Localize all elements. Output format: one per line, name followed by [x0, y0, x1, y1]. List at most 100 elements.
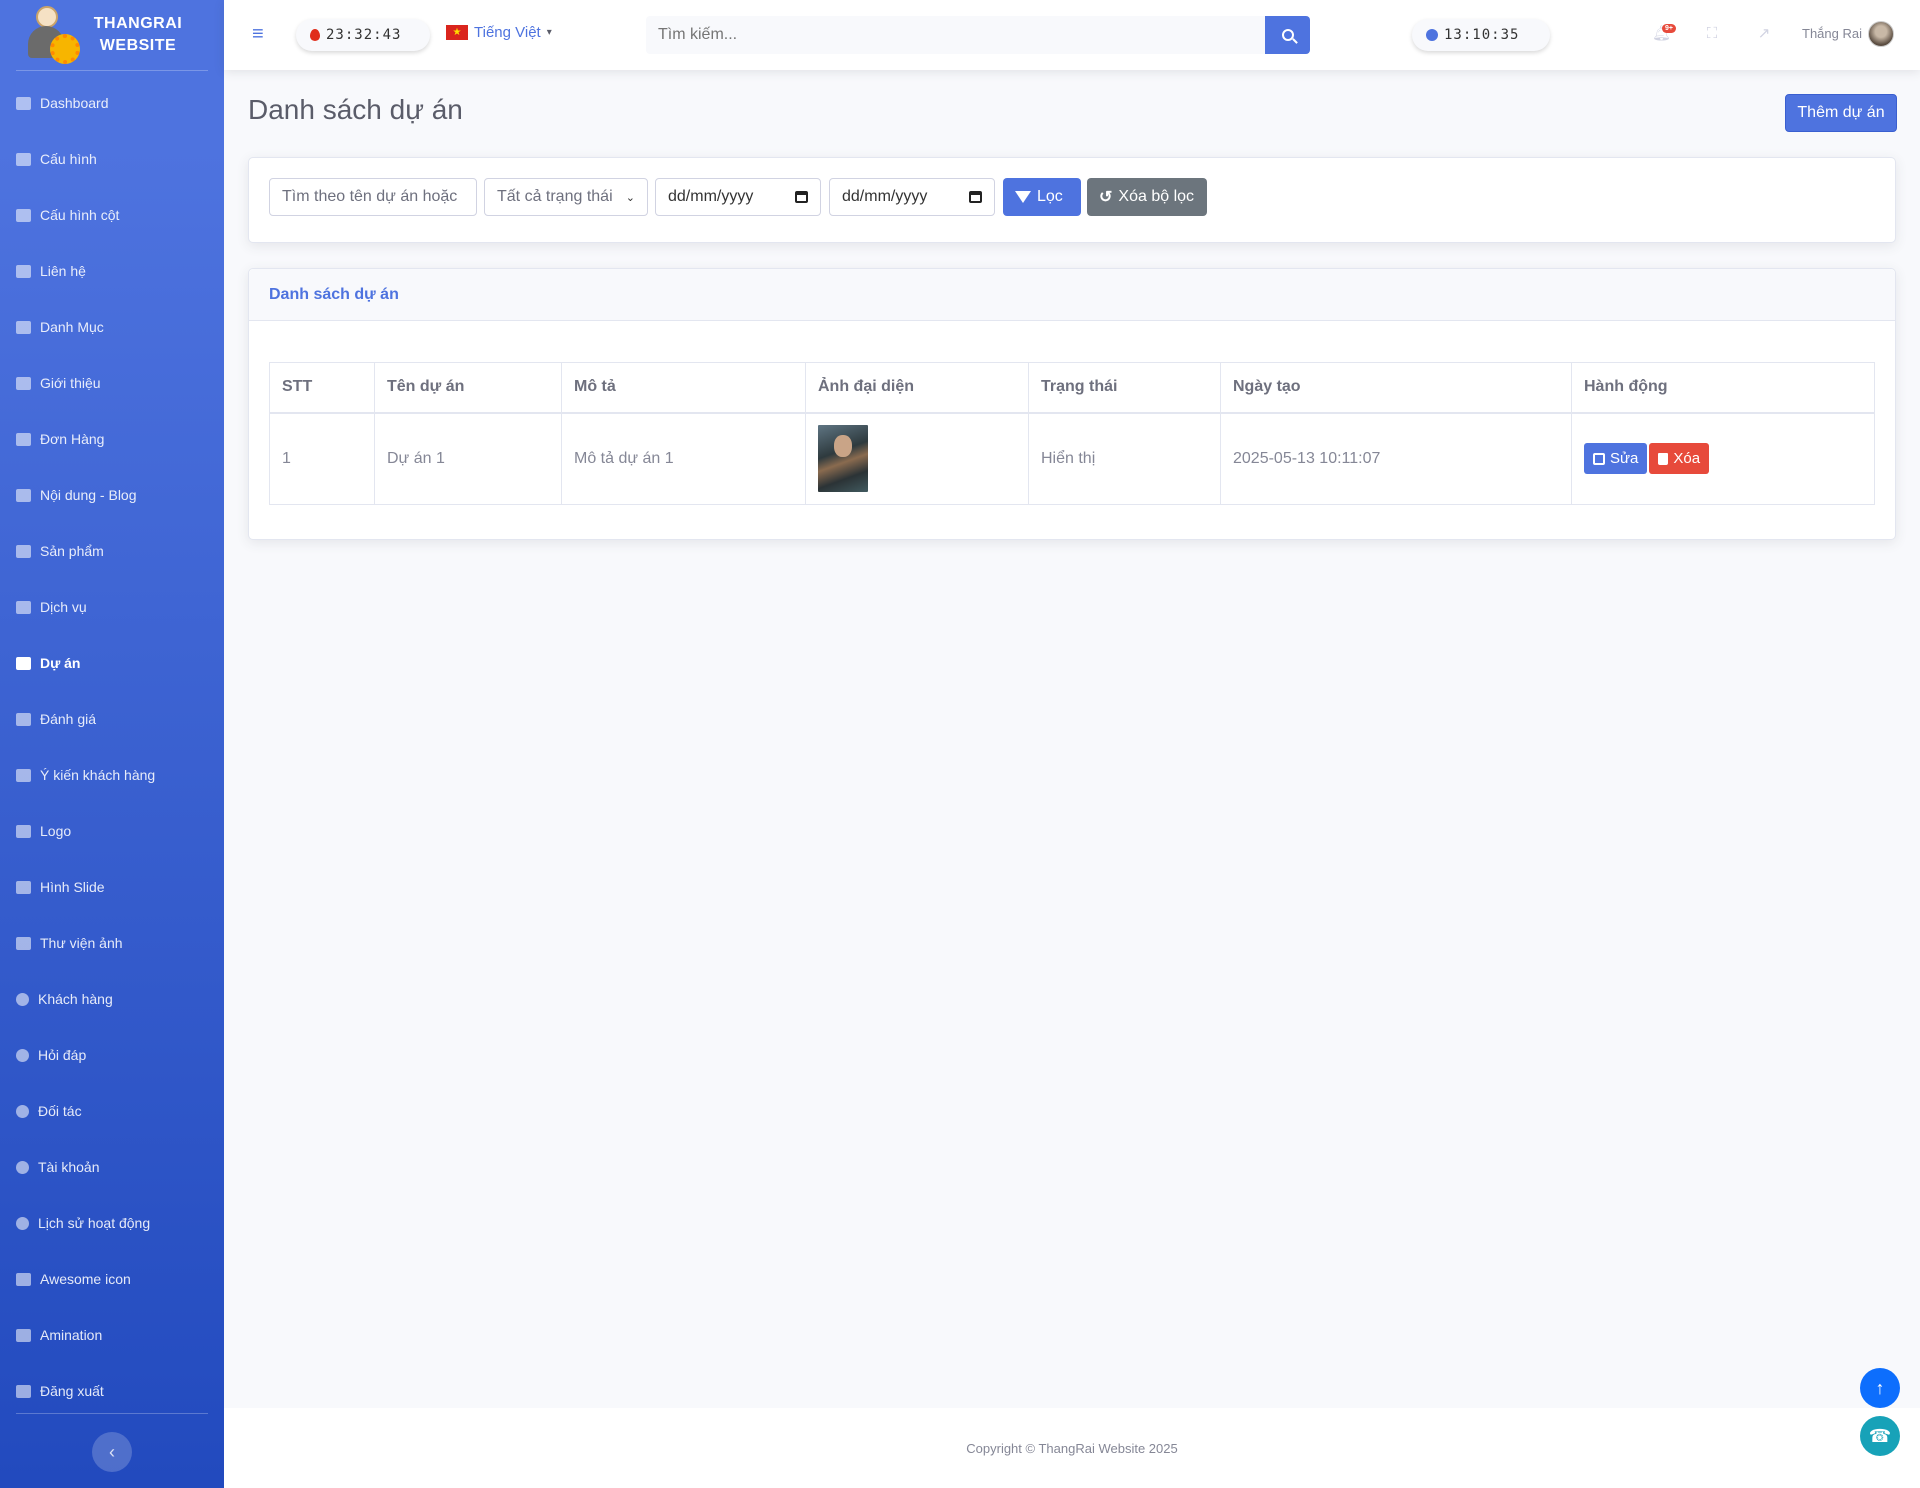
date-to-input[interactable]: dd/mm/yyyy	[829, 178, 995, 216]
notification-badge: 9+	[1662, 24, 1676, 33]
sign-out-icon	[16, 1384, 31, 1398]
language-selector[interactable]: ★ Tiếng Việt ▾	[446, 24, 552, 41]
sidebar-item-label: Hình Slide	[40, 879, 105, 895]
cogs-icon	[16, 152, 31, 166]
calendar-icon[interactable]	[969, 191, 982, 203]
caret-down-icon: ▾	[546, 27, 552, 38]
sidebar-item[interactable]: Thư viện ảnh	[0, 915, 224, 971]
menu-toggle-button[interactable]: ≡	[252, 24, 268, 44]
sidebar-item-label: Ý kiến khách hàng	[40, 767, 156, 783]
date-from-input[interactable]: dd/mm/yyyy	[655, 178, 821, 216]
search-button[interactable]	[1265, 16, 1310, 54]
search-input[interactable]	[646, 16, 1265, 54]
filter-button-label: Lọc	[1037, 188, 1063, 205]
sidebar-item[interactable]: Đơn Hàng	[0, 411, 224, 467]
user-name[interactable]: Thắng Rai	[1802, 26, 1862, 41]
sidebar-item[interactable]: Đối tác	[0, 1083, 224, 1139]
edit-button[interactable]: Sửa	[1584, 443, 1648, 475]
cart-icon	[16, 432, 31, 446]
sidebar-item[interactable]: Dashboard	[0, 75, 224, 131]
column-header[interactable]: Mô tả	[561, 362, 806, 414]
sidebar-item-label: Amination	[40, 1327, 103, 1343]
brand[interactable]: THANGRAI WEBSITE	[0, 0, 224, 70]
sidebar-item[interactable]: Cấu hình cột	[0, 187, 224, 243]
sidebar-item[interactable]: Khách hàng	[0, 971, 224, 1027]
table-row: 1 Dự án 1 Mô tả dự án 1 Hiển thị 2025-05…	[269, 412, 1875, 505]
filter-button[interactable]: Lọc	[1003, 178, 1081, 216]
clock-icon	[1426, 29, 1438, 41]
filter-icon	[1015, 191, 1031, 203]
sidebar-item[interactable]: Hỏi đáp	[0, 1027, 224, 1083]
copyright-text: Copyright © ThangRai Website 2025	[966, 1440, 1178, 1456]
table-header-row: STT Tên dự án Mô tả Ảnh đại diện Trạng t…	[269, 362, 1875, 414]
book-icon	[16, 488, 31, 502]
project-name-filter-input[interactable]: Tìm theo tên dự án hoặc	[269, 178, 477, 216]
arrow-up-icon: ↑	[1875, 1377, 1885, 1398]
avatar[interactable]	[1868, 21, 1894, 47]
cell-name: Dự án 1	[374, 412, 562, 505]
sidebar-item[interactable]: Dự án	[0, 635, 224, 691]
sidebar-item[interactable]: Dịch vụ	[0, 579, 224, 635]
users-icon	[16, 992, 29, 1006]
sidebar-item[interactable]: Hình Slide	[0, 859, 224, 915]
column-header[interactable]: Trạng thái	[1028, 362, 1221, 414]
sidebar-item-label: Cấu hình cột	[40, 207, 120, 223]
name-filter-placeholder: Tìm theo tên dự án hoặc	[282, 188, 458, 205]
sidebar-item[interactable]: Cấu hình	[0, 131, 224, 187]
sidebar-item[interactable]: Lịch sử hoạt động	[0, 1195, 224, 1251]
sidebar-item[interactable]: Nội dung - Blog	[0, 467, 224, 523]
add-project-button[interactable]: Thêm dự án	[1785, 94, 1897, 132]
status-filter-select[interactable]: Tất cả trạng thái ⌄	[484, 178, 648, 216]
sidebar-item[interactable]: Giới thiệu	[0, 355, 224, 411]
list-icon	[16, 1272, 31, 1286]
column-header[interactable]: Ngày tạo	[1220, 362, 1572, 414]
scroll-to-top-button[interactable]: ↑	[1860, 1368, 1900, 1408]
project-list-card: Danh sách dự án STT Tên dự án Mô tả Ảnh …	[248, 268, 1896, 540]
footer: Copyright © ThangRai Website 2025	[224, 1408, 1920, 1488]
undo-icon: ↺	[1099, 189, 1113, 206]
column-header[interactable]: Tên dự án	[374, 362, 562, 414]
delete-button[interactable]: Xóa	[1649, 443, 1710, 475]
sidebar-collapse-button[interactable]: ‹	[92, 1432, 132, 1472]
sidebar-item[interactable]: Đăng xuất	[0, 1363, 224, 1419]
sidebar-item-label: Đối tác	[38, 1103, 82, 1119]
chevron-down-icon: ⌄	[625, 191, 635, 204]
vietnam-flag-icon: ★	[446, 25, 468, 40]
sidebar-item[interactable]: Sản phẩm	[0, 523, 224, 579]
page-title: Danh sách dự án	[248, 94, 463, 125]
sidebar-item[interactable]: Tài khoản	[0, 1139, 224, 1195]
cell-stt: 1	[269, 412, 375, 505]
project-thumbnail-image	[818, 425, 868, 493]
brand-logo-icon	[22, 4, 80, 66]
open-site-button[interactable]: ↗	[1756, 26, 1772, 42]
calendar-icon[interactable]	[795, 191, 808, 203]
clear-filter-button[interactable]: ↺ Xóa bộ lọc	[1087, 178, 1207, 216]
language-label: Tiếng Việt	[474, 24, 541, 41]
column-header[interactable]: STT	[269, 362, 375, 414]
user-friends-icon	[16, 1104, 29, 1118]
folder-icon	[16, 656, 31, 670]
envelope-icon	[16, 264, 31, 278]
sidebar: THANGRAI WEBSITE Dashboard Cấu hình Cấu hì…	[0, 0, 224, 1488]
sidebar-item[interactable]: Amination	[0, 1307, 224, 1363]
sidebar-item[interactable]: Danh Mục	[0, 299, 224, 355]
sidebar-item-label: Awesome icon	[40, 1271, 131, 1287]
concierge-icon	[16, 600, 31, 614]
topbar: ≡ 23:32:43 ★ Tiếng Việt ▾ 13:10:35 🔔︎ 9+…	[224, 0, 1920, 70]
headset-icon: ☎	[1868, 1425, 1892, 1446]
sidebar-item[interactable]: Ý kiến khách hàng	[0, 747, 224, 803]
brand-line-2: WEBSITE	[99, 37, 177, 54]
fullscreen-button[interactable]: ⛶	[1704, 26, 1720, 42]
column-header[interactable]: Ảnh đại diện	[805, 362, 1029, 414]
sidebar-item[interactable]: Awesome icon	[0, 1251, 224, 1307]
sidebar-item[interactable]: Đánh giá	[0, 691, 224, 747]
comments-icon	[16, 768, 31, 782]
user-cog-icon	[16, 1160, 29, 1174]
sidebar-item-label: Lịch sử hoạt động	[38, 1215, 151, 1231]
support-chat-button[interactable]: ☎	[1860, 1416, 1900, 1456]
images-icon	[16, 824, 31, 838]
clear-filter-label: Xóa bộ lọc	[1118, 188, 1195, 205]
sidebar-item[interactable]: Logo	[0, 803, 224, 859]
cell-actions: Sửa Xóa	[1571, 412, 1875, 505]
sidebar-item[interactable]: Liên hệ	[0, 243, 224, 299]
